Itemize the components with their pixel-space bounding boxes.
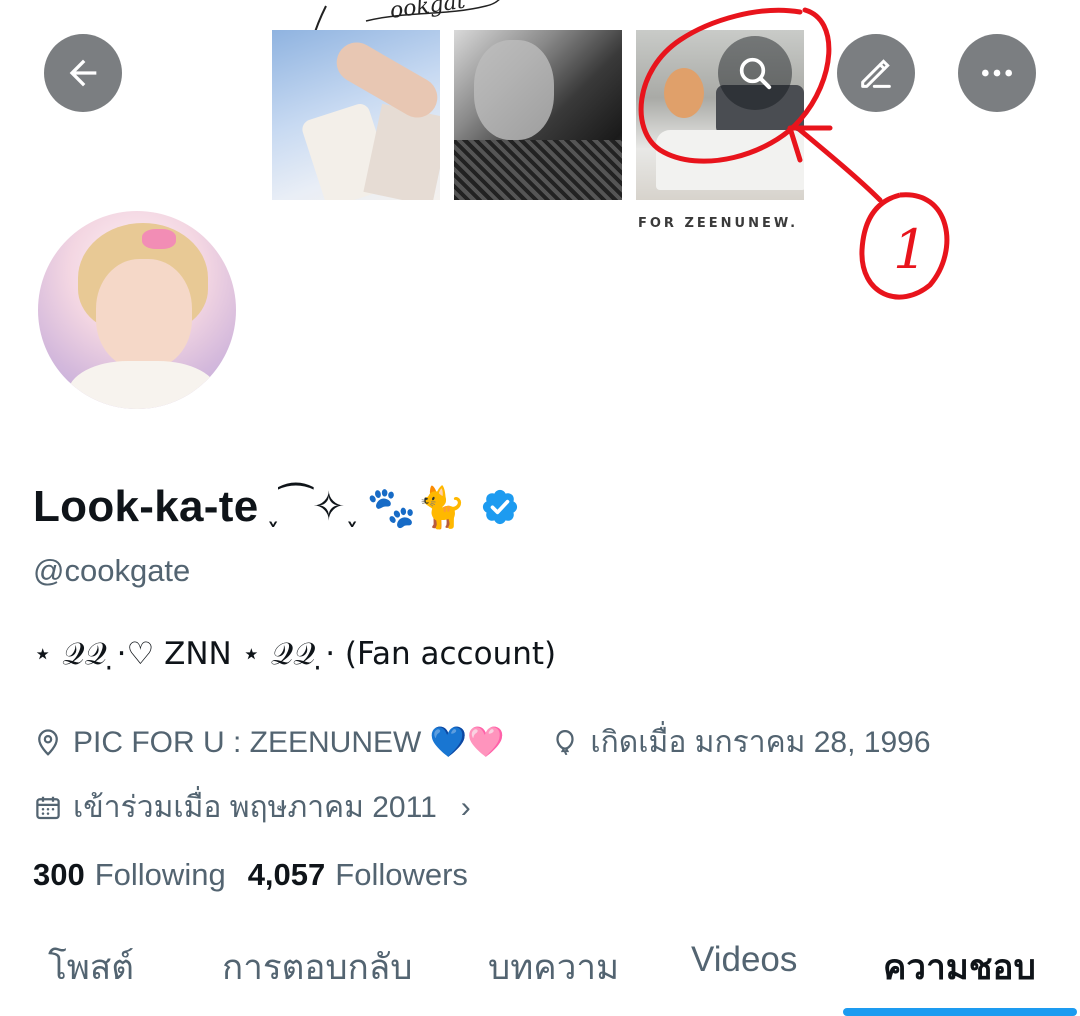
location-text: PIC FOR U : ZEENUNEW 💙🩷 xyxy=(73,726,505,759)
svg-text:ookgat: ookgat xyxy=(388,0,467,24)
verified-badge-icon[interactable] xyxy=(480,487,520,527)
follow-stats: 300 Following 4,057 Followers xyxy=(33,857,468,893)
tab-videos[interactable]: Videos xyxy=(691,940,797,980)
arrow-left-icon xyxy=(69,59,97,87)
pencil-icon xyxy=(861,59,891,88)
more-horizontal-icon xyxy=(982,69,1012,77)
calendar-icon xyxy=(36,796,60,819)
followers-count: 4,057 xyxy=(247,857,326,892)
tab-articles[interactable]: บทความ xyxy=(488,940,619,995)
birthday-text: เกิดเมื่อ มกราคม 28, 1996 xyxy=(590,726,931,759)
edit-button[interactable] xyxy=(837,34,915,112)
avatar-image xyxy=(38,211,236,409)
profile-name-row: Look-ka-te ˯⁀✧˯ 🐾🐈 xyxy=(33,482,520,532)
following-link[interactable]: 300 Following xyxy=(33,857,226,893)
following-label: Following xyxy=(94,857,226,892)
active-tab-indicator xyxy=(843,1008,1077,1016)
back-button[interactable] xyxy=(44,34,122,112)
display-name: Look-ka-te xyxy=(33,482,259,531)
profile-meta-row: PIC FOR U : ZEENUNEW 💙🩷 เกิดเมื่อ มกราคม… xyxy=(33,719,977,766)
location-item: PIC FOR U : ZEENUNEW 💙🩷 xyxy=(33,725,504,760)
followers-label: Followers xyxy=(335,857,468,892)
birthday-item: เกิดเมื่อ มกราคม 28, 1996 xyxy=(550,719,931,766)
joined-row[interactable]: เข้าร่วมเมื่อ พฤษภาคม 2011 › xyxy=(33,784,517,831)
profile-bio: ⋆ 𝒬𝒬 ̣⋅♡ ZNN ⋆ 𝒬𝒬 ̣⋅ (Fan account) xyxy=(33,636,557,672)
profile-handle: @cookgate xyxy=(33,553,191,588)
followers-link[interactable]: 4,057 Followers xyxy=(248,857,468,893)
location-pin-icon xyxy=(38,728,58,756)
joined-item[interactable]: เข้าร่วมเมื่อ พฤษภาคม 2011 › xyxy=(33,784,471,831)
balloon-icon xyxy=(556,729,575,755)
more-button[interactable] xyxy=(958,34,1036,112)
profile-avatar[interactable] xyxy=(32,205,242,415)
search-button[interactable] xyxy=(718,36,792,110)
name-emoji: 🐾🐈 xyxy=(366,485,467,530)
profile-tabs: โพสต์ การตอบกลับ บทความ Videos ความชอบ xyxy=(0,920,1080,1016)
tab-replies[interactable]: การตอบกลับ xyxy=(222,940,412,995)
banner-photo-embrace xyxy=(454,30,622,200)
chevron-right-icon: › xyxy=(460,790,471,824)
tab-posts[interactable]: โพสต์ xyxy=(48,940,134,995)
tab-likes[interactable]: ความชอบ xyxy=(883,940,1036,995)
banner-photo-hands xyxy=(272,30,440,200)
banner-caption: FOR ZEENUNEW. xyxy=(638,216,799,231)
following-count: 300 xyxy=(33,857,85,892)
joined-text: เข้าร่วมเมื่อ พฤษภาคม 2011 xyxy=(73,791,437,824)
name-decoration: ˯⁀✧˯ xyxy=(266,485,359,529)
search-icon xyxy=(739,57,772,90)
